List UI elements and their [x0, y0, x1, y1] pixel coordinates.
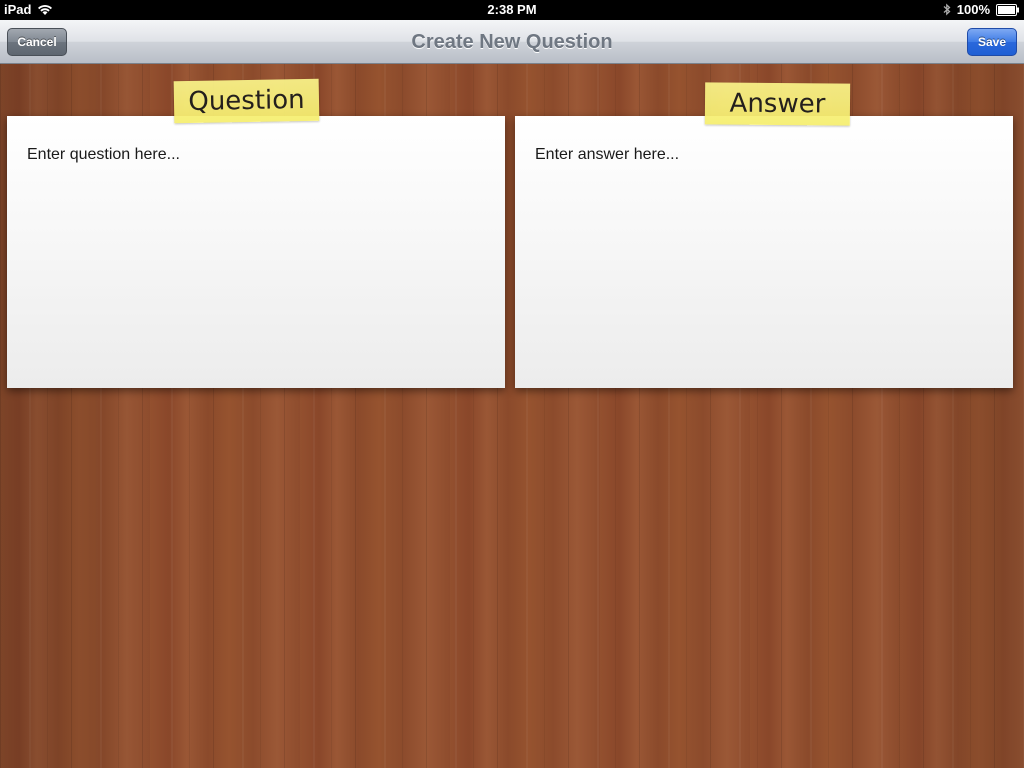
status-time: 2:38 PM — [487, 2, 537, 17]
answer-input[interactable] — [535, 146, 991, 366]
answer-card — [515, 116, 1013, 388]
question-input[interactable] — [27, 146, 483, 366]
answer-sticky-label: Answer — [704, 82, 851, 126]
battery-icon — [996, 3, 1020, 16]
navigation-bar: Cancel Create New Question Save — [0, 20, 1024, 64]
question-card — [7, 116, 505, 388]
battery-percent: 100% — [956, 2, 990, 17]
question-sticky-label: Question — [173, 78, 320, 124]
page-title: Create New Question — [411, 31, 613, 53]
status-bar: iPad 2:38 PM 100% — [0, 0, 1024, 20]
bluetooth-icon — [943, 3, 951, 16]
save-button[interactable]: Save — [967, 28, 1017, 56]
status-right: 100% — [943, 2, 1020, 17]
